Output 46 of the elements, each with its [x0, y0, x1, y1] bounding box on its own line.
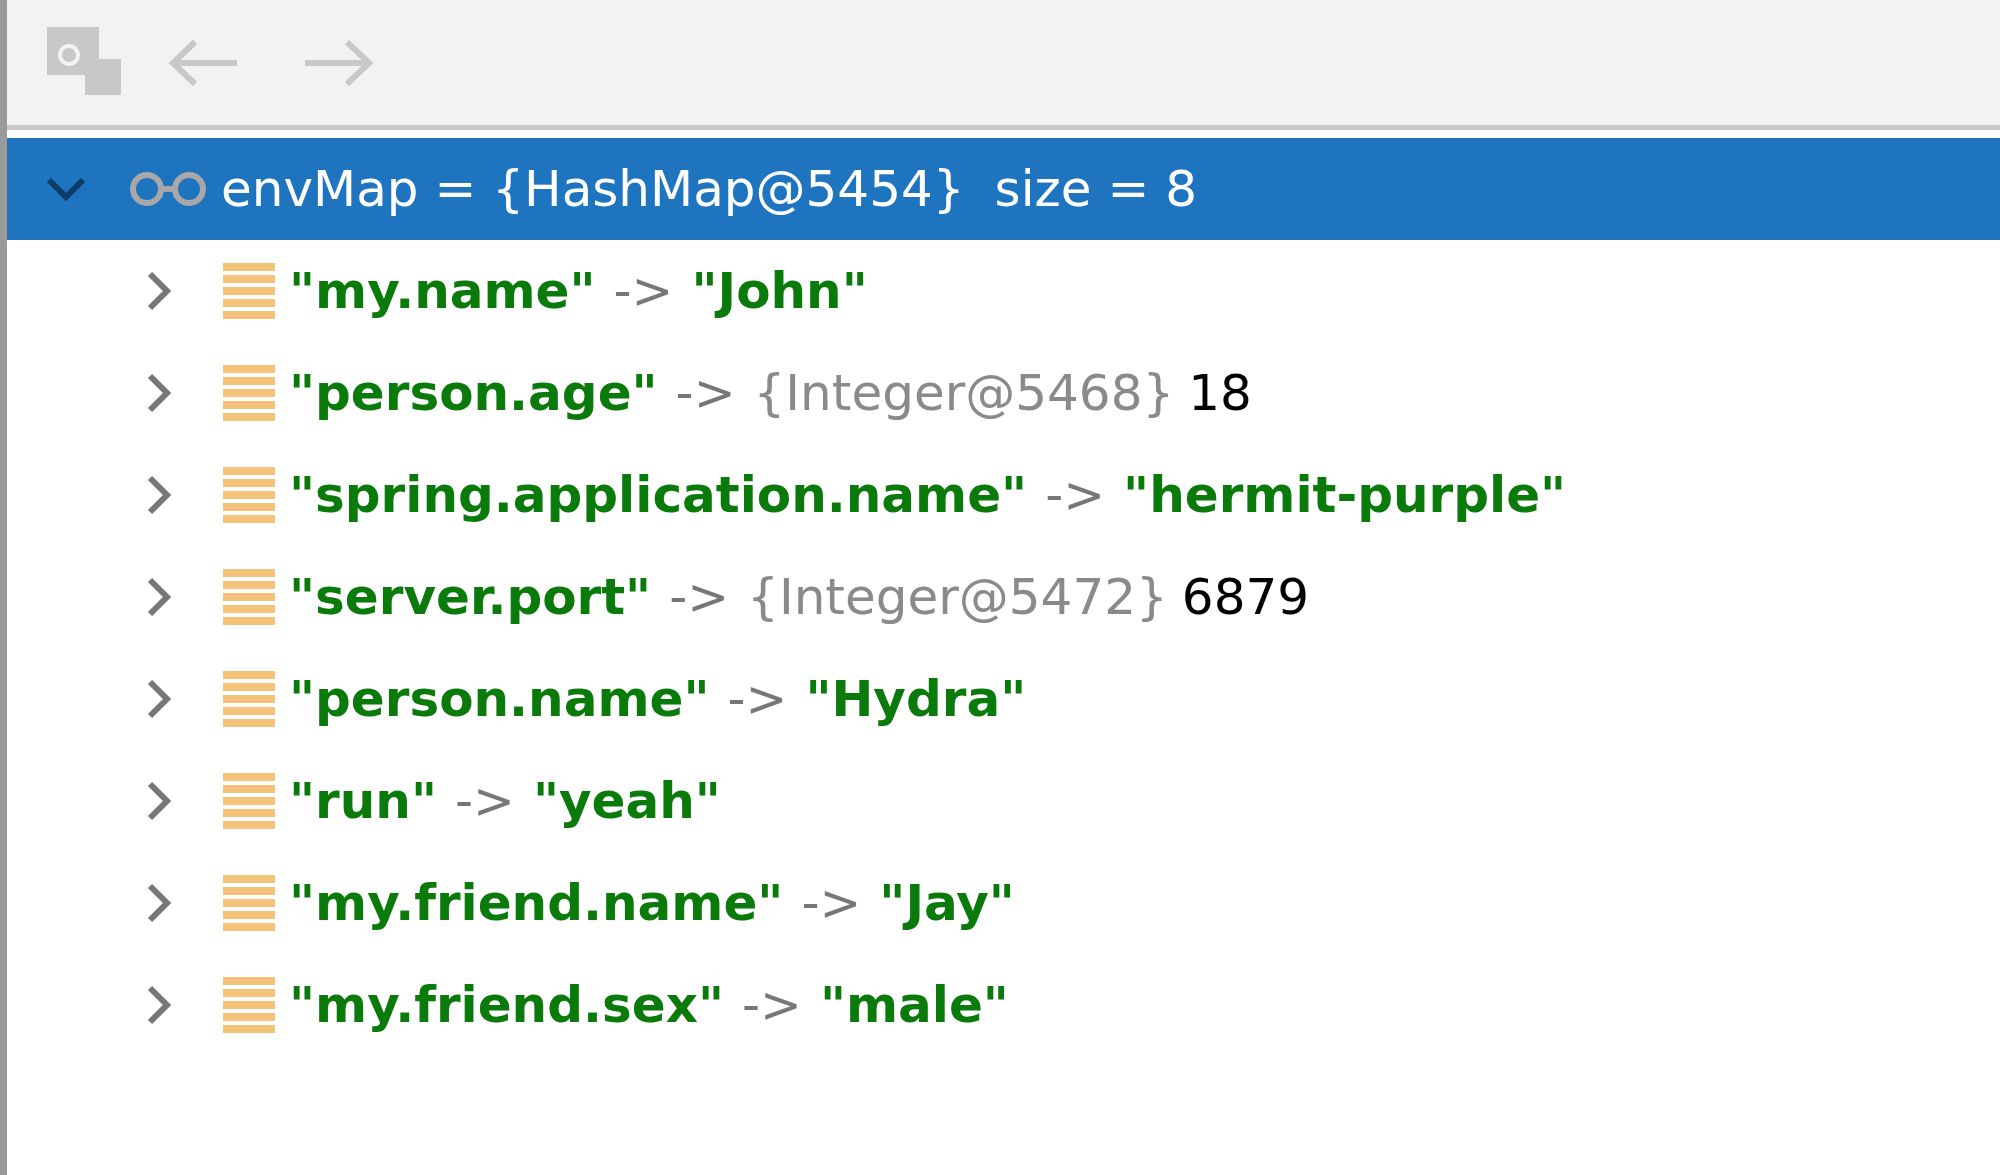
key-text: "my.friend.sex"	[289, 974, 724, 1036]
entry-icon	[223, 263, 275, 319]
value-text: "Hydra"	[805, 668, 1027, 730]
key-text: "run"	[289, 770, 437, 832]
tree-row[interactable]: envMap = {HashMap@5454} size = 8	[7, 138, 2000, 240]
tree-row[interactable]: "person.name" -> "Hydra"	[7, 648, 2000, 750]
key-text: "spring.application.name"	[289, 464, 1028, 526]
tree-row[interactable]: "my.friend.sex" -> "male"	[7, 954, 2000, 1056]
tree-row[interactable]: "server.port" -> {Integer@5472} 6879	[7, 546, 2000, 648]
value-text: "male"	[819, 974, 1009, 1036]
arrow-text: ->	[675, 362, 736, 424]
value-text: "Jay"	[879, 872, 1015, 934]
tree-row[interactable]: "person.age" -> {Integer@5468} 18	[7, 342, 2000, 444]
variable-label: envMap = {HashMap@5454}	[221, 158, 965, 220]
key-text: "server.port"	[289, 566, 652, 628]
glasses-icon	[127, 169, 209, 209]
value-text: 18	[1188, 362, 1252, 424]
type-text: {Integer@5468}	[753, 362, 1175, 424]
arrow-text: ->	[801, 872, 862, 934]
value-text: "John"	[691, 260, 868, 322]
value-text: 6879	[1181, 566, 1310, 628]
entry-icon	[223, 773, 275, 829]
arrow-text: ->	[1045, 464, 1106, 526]
value-text: "yeah"	[532, 770, 721, 832]
type-text: {Integer@5472}	[747, 566, 1168, 628]
tree-row[interactable]: "spring.application.name" -> "hermit-purple"	[7, 444, 2000, 546]
key-text: "person.name"	[289, 668, 710, 730]
key-text: "my.friend.name"	[289, 872, 784, 934]
arrow-text: ->	[669, 566, 730, 628]
value-text: "hermit-purple"	[1123, 464, 1567, 526]
tree-row[interactable]: "my.name" -> "John"	[7, 240, 2000, 342]
tree-row[interactable]: "run" -> "yeah"	[7, 750, 2000, 852]
entry-icon	[223, 875, 275, 931]
entry-icon	[223, 365, 275, 421]
arrow-text: ->	[454, 770, 515, 832]
entry-icon	[223, 467, 275, 523]
entry-icon	[223, 671, 275, 727]
key-text: "my.name"	[289, 260, 596, 322]
key-text: "person.age"	[289, 362, 658, 424]
tree-row[interactable]: "my.friend.name" -> "Jay"	[7, 852, 2000, 954]
arrow-text: ->	[741, 974, 802, 1036]
entry-icon	[223, 569, 275, 625]
arrow-text: ->	[727, 668, 788, 730]
arrow-text: ->	[613, 260, 674, 322]
size-label: size = 8	[994, 158, 1198, 220]
entry-icon	[223, 977, 275, 1033]
